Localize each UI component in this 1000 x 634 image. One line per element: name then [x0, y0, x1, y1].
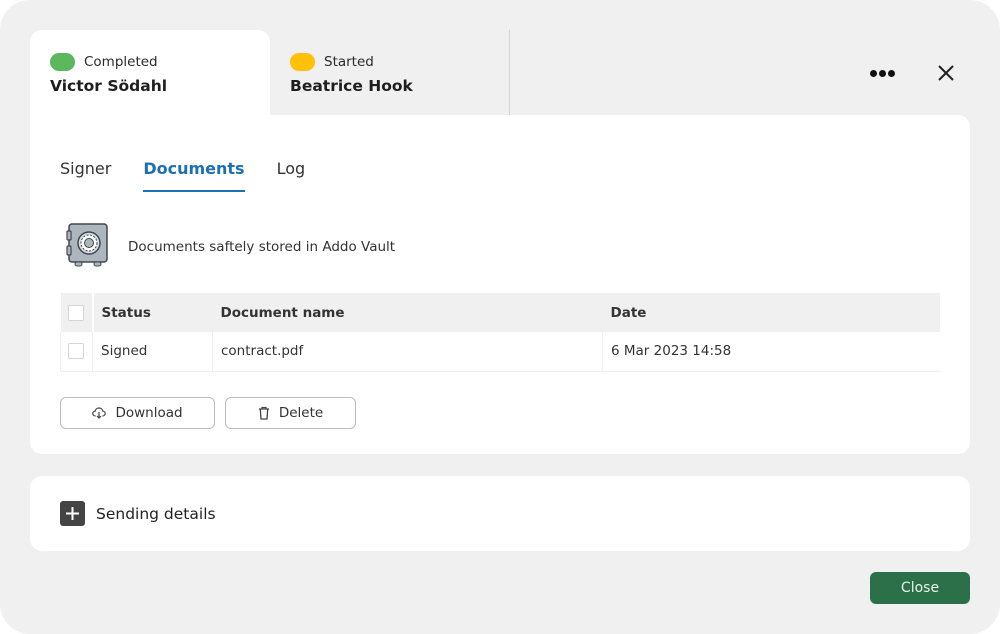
tab-log[interactable]: Log: [277, 159, 306, 192]
download-label: Download: [115, 405, 183, 421]
documents-table: Status Document name Date Signed contrac…: [60, 293, 940, 372]
close-icon[interactable]: [933, 60, 959, 86]
more-horizontal-icon-dot: [887, 69, 895, 77]
row-checkbox[interactable]: [68, 343, 84, 360]
table-header-row: Status Document name Date: [60, 293, 940, 332]
tab-signer[interactable]: Signer: [60, 159, 111, 192]
plus-icon: [60, 501, 85, 526]
safe-vault-icon: [66, 222, 110, 272]
document-actions: Download Delete: [60, 397, 356, 429]
delete-label: Delete: [278, 405, 324, 421]
column-header-date[interactable]: Date: [602, 293, 940, 332]
document-date: 6 Mar 2023 14:58: [602, 332, 940, 372]
signer-tab-beatrice[interactable]: Started Beatrice Hook: [270, 30, 510, 116]
signer-tab-victor[interactable]: Completed Victor Södahl: [30, 30, 270, 116]
status-row: Started: [290, 52, 490, 72]
row-select-cell: [60, 332, 93, 372]
status-completed-indicator: [50, 53, 75, 71]
more-options-button[interactable]: [866, 60, 898, 86]
signer-name: Victor Södahl: [50, 77, 168, 95]
status-row: Completed: [50, 52, 250, 72]
cloud-download-icon: [92, 407, 107, 419]
tab-documents[interactable]: Documents: [143, 159, 245, 192]
subtab-bar: Signer Documents Log: [60, 159, 337, 192]
signing-details-modal: Completed Victor Södahl Started Beatrice…: [0, 0, 1000, 634]
sending-details-label: Sending details: [96, 504, 216, 523]
table-row[interactable]: Signed contract.pdf 6 Mar 2023 14:58: [60, 332, 940, 372]
delete-button[interactable]: Delete: [225, 397, 356, 429]
column-header-status[interactable]: Status: [91, 293, 213, 332]
signer-name: Beatrice Hook: [290, 77, 413, 95]
tab-divider: [509, 30, 510, 115]
more-horizontal-icon-dot: [878, 69, 886, 77]
document-status: Signed: [92, 332, 213, 372]
status-label: Started: [324, 54, 374, 70]
more-horizontal-icon: [869, 69, 877, 77]
document-name: contract.pdf: [212, 332, 603, 372]
select-all-cell: [60, 293, 93, 332]
vault-notice: Documents saftely stored in Addo Vault: [66, 222, 395, 272]
close-button[interactable]: Close: [870, 572, 970, 604]
documents-panel: Signer Documents Log Documents saftely s…: [30, 115, 970, 454]
status-label: Completed: [84, 54, 158, 70]
column-header-document-name[interactable]: Document name: [212, 293, 603, 332]
vault-message: Documents saftely stored in Addo Vault: [128, 239, 396, 255]
status-started-indicator: [290, 53, 315, 71]
download-button[interactable]: Download: [60, 397, 215, 429]
select-all-checkbox[interactable]: [67, 304, 84, 321]
sending-details-toggle[interactable]: Sending details: [30, 476, 970, 551]
trash-icon: [258, 406, 269, 420]
